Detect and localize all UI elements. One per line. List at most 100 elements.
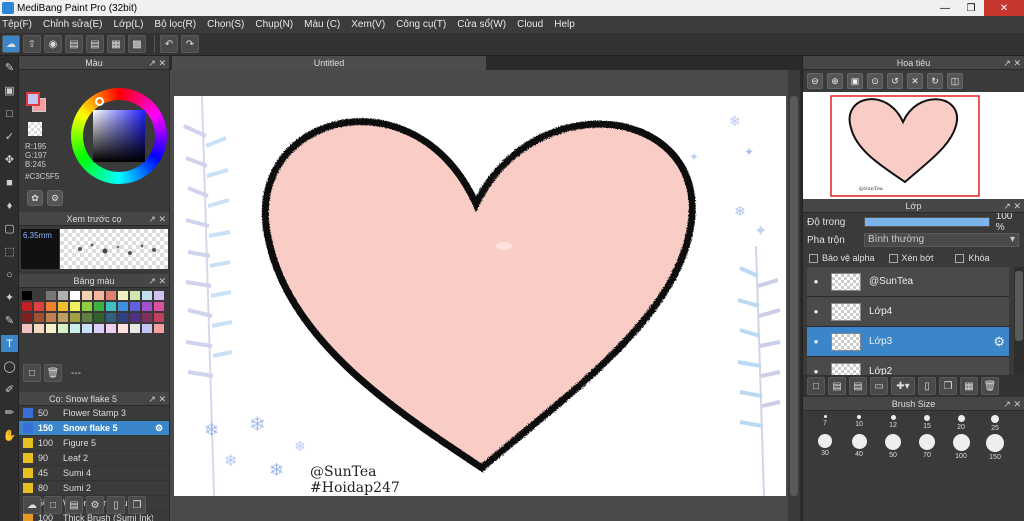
panel-close-icon[interactable]: ↗ ✕ <box>1003 397 1021 411</box>
layer-scroll-thumb[interactable] <box>1015 271 1023 341</box>
saturation-value-square[interactable] <box>93 110 145 162</box>
palette-swatch[interactable] <box>154 324 164 333</box>
brush-folder-icon[interactable]: ▯ <box>107 496 125 514</box>
brush-list-item[interactable]: 45 Sumi 4 <box>19 466 169 481</box>
drawing-canvas[interactable]: ❄ ✦ ✦ ❄ ✦ ❄ ❄ ❄ ❄ ❄ @SunTea #Hoidap247 <box>174 96 786 496</box>
palette-swatch[interactable] <box>154 291 164 300</box>
brush-size-cell[interactable]: 25 <box>979 415 1011 432</box>
palette-swatch[interactable] <box>82 313 92 322</box>
new-palette-icon[interactable]: □ <box>23 364 41 382</box>
new-8bit-layer-icon[interactable]: ▤ <box>849 377 867 395</box>
menu-window[interactable]: Cửa sổ(W) <box>457 19 506 30</box>
gear-icon[interactable]: ⚙ <box>155 423 163 434</box>
layer-import-icon[interactable]: ▭ <box>870 377 888 395</box>
palette-swatch[interactable] <box>46 302 56 311</box>
panel-close-icon[interactable]: ↗ ✕ <box>148 212 166 226</box>
lasso-tool-icon[interactable]: ○ <box>1 266 18 283</box>
brush-new-icon[interactable]: □ <box>44 496 62 514</box>
layer-item[interactable]: ● Lớp2 <box>807 357 1009 375</box>
restore-button[interactable]: ❐ <box>958 0 984 16</box>
flip-icon[interactable]: ◫ <box>947 73 963 89</box>
duplicate-layer-icon[interactable]: ❐ <box>939 377 957 395</box>
menu-cloud[interactable]: Cloud <box>517 19 543 30</box>
palette-swatch[interactable] <box>142 291 152 300</box>
palette-swatch[interactable] <box>154 313 164 322</box>
palette-swatch[interactable] <box>118 302 128 311</box>
panel-close-icon[interactable]: ↗ ✕ <box>1003 199 1021 213</box>
palette-swatch[interactable] <box>130 313 140 322</box>
hue-picker-handle[interactable] <box>95 97 104 106</box>
menu-edit[interactable]: Chỉnh sửa(E) <box>43 19 103 30</box>
brush-settings-icon[interactable]: ⚙ <box>86 496 104 514</box>
merge-layer-icon[interactable]: ▦ <box>960 377 978 395</box>
move-tool-icon[interactable]: ✥ <box>1 151 18 168</box>
comment-icon[interactable]: ◉ <box>44 35 62 53</box>
palette-swatch[interactable] <box>82 324 92 333</box>
palette-swatch[interactable] <box>94 302 104 311</box>
palette-swatch[interactable] <box>58 324 68 333</box>
zoom-in-icon[interactable]: ⊕ <box>827 73 843 89</box>
eye-icon[interactable]: ● <box>807 277 825 286</box>
new-layer-icon[interactable]: □ <box>807 377 825 395</box>
palette-swatch[interactable] <box>58 291 68 300</box>
menu-color[interactable]: Màu (C) <box>304 19 340 30</box>
brush-list-item[interactable]: 80 Sumi 2 <box>19 481 169 496</box>
opacity-slider[interactable] <box>863 217 990 227</box>
menu-filter[interactable]: Bộ lọc(R) <box>154 19 196 30</box>
palette-swatch[interactable] <box>118 313 128 322</box>
divide-tool-icon[interactable]: ◯ <box>1 358 18 375</box>
brush-list-item[interactable]: 100 Figure 5 <box>19 436 169 451</box>
palette-swatch[interactable] <box>34 302 44 311</box>
layer-scrollbar[interactable] <box>1014 267 1024 375</box>
navigator-preview[interactable]: @SunTea <box>803 92 1024 199</box>
undo-icon[interactable]: ↶ <box>160 35 178 53</box>
fill-rect-tool-icon[interactable]: ■ <box>1 174 18 191</box>
menu-file[interactable]: Tệp(F) <box>2 19 32 30</box>
reset-view-icon[interactable]: ✕ <box>907 73 923 89</box>
brush-size-cell[interactable]: 150 <box>979 434 1011 461</box>
protect-alpha-checkbox[interactable] <box>809 253 818 263</box>
palette-swatch[interactable] <box>82 302 92 311</box>
palette-swatch[interactable] <box>22 324 32 333</box>
rotate-right-icon[interactable]: ↻ <box>927 73 943 89</box>
menu-tools[interactable]: Công cụ(T) <box>396 19 446 30</box>
line-tool-icon[interactable]: ✓ <box>1 128 18 145</box>
new-halftone-layer-icon[interactable]: ▤ <box>828 377 846 395</box>
canvas-vertical-scrollbar[interactable] <box>788 70 800 521</box>
select-pen-tool-icon[interactable]: ✎ <box>1 312 18 329</box>
lock-checkbox[interactable] <box>955 253 965 263</box>
tab-untitled[interactable]: Untitled <box>172 56 486 70</box>
brush-size-cell[interactable]: 10 <box>843 415 875 432</box>
palette-swatch[interactable] <box>70 302 80 311</box>
panel-icon[interactable]: ▩ <box>128 35 146 53</box>
palette-swatch[interactable] <box>142 302 152 311</box>
brush-size-cell[interactable]: 30 <box>809 434 841 461</box>
brush-size-cell[interactable]: 20 <box>945 415 977 432</box>
brush-size-cell[interactable]: 7 <box>809 415 841 432</box>
transparent-color-swatch[interactable] <box>28 122 42 136</box>
delete-layer-icon[interactable]: 🗑 <box>981 377 999 395</box>
palette-swatch[interactable] <box>94 324 104 333</box>
gradient-tool-icon[interactable]: ▢ <box>1 220 18 237</box>
share-icon[interactable]: ⇧ <box>23 35 41 53</box>
clipping-checkbox[interactable] <box>888 253 898 263</box>
palette-swatch[interactable] <box>130 291 140 300</box>
palette-swatch[interactable] <box>22 291 32 300</box>
palette-swatch[interactable] <box>82 291 92 300</box>
palette-swatch[interactable] <box>70 291 80 300</box>
brush-tool-icon[interactable]: ✎ <box>1 59 18 76</box>
canvas-area[interactable]: ❄ ✦ ✦ ❄ ✦ ❄ ❄ ❄ ❄ ❄ @SunTea #Hoidap247 <box>170 70 800 521</box>
palette-swatch[interactable] <box>46 324 56 333</box>
eye-icon[interactable]: ● <box>807 307 825 316</box>
palette-icon[interactable]: ✿ <box>27 190 43 206</box>
eyedropper-tool-icon[interactable]: ✐ <box>1 381 18 398</box>
palette-swatch[interactable] <box>154 302 164 311</box>
menu-help[interactable]: Help <box>554 19 575 30</box>
palette-swatch[interactable] <box>46 291 56 300</box>
bucket-tool-icon[interactable]: ♦ <box>1 197 18 214</box>
hand-tool-icon[interactable]: ✋ <box>1 427 18 444</box>
menu-view[interactable]: Xem(V) <box>351 19 385 30</box>
message-icon[interactable]: ▤ <box>65 35 83 53</box>
menu-select[interactable]: Chọn(S) <box>207 19 244 30</box>
palette-swatch[interactable] <box>142 313 152 322</box>
